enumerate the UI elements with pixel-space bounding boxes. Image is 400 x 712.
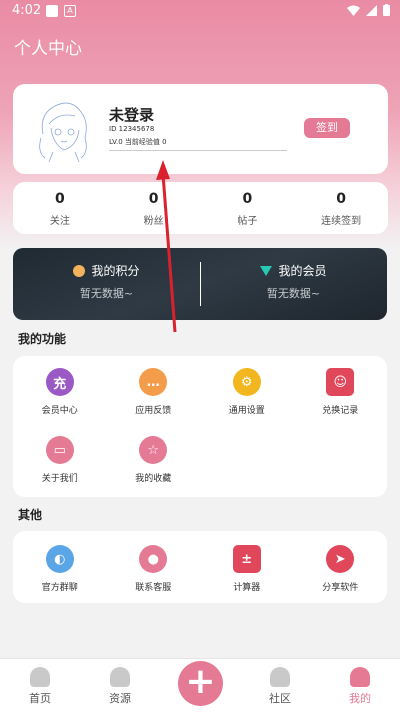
- points-subtitle: 暂无数据~: [79, 287, 134, 300]
- stat-streak[interactable]: 0 连续签到: [294, 182, 388, 234]
- diamond-icon: [260, 265, 273, 276]
- stat-value: 0: [242, 191, 253, 207]
- star-icon: ☆: [139, 436, 168, 464]
- exchange-icon: ☺: [326, 368, 355, 396]
- stat-posts[interactable]: 0 帖子: [201, 182, 295, 234]
- feature-item[interactable]: ☺ 兑换记录: [294, 368, 388, 416]
- customer-service-icon: ●: [139, 545, 168, 573]
- feature-item[interactable]: ⚙ 通用设置: [200, 368, 294, 416]
- app-notification-icon: A: [64, 5, 76, 17]
- feature-item[interactable]: … 应用反馈: [107, 368, 201, 416]
- tab-label: 资源: [109, 692, 131, 705]
- page-title: 个人中心: [14, 39, 82, 59]
- pacman-icon: [110, 667, 130, 687]
- stat-label: 帖子: [237, 216, 258, 227]
- tab-mine[interactable]: 我的: [320, 659, 400, 712]
- section-title-others: 其他: [18, 508, 43, 522]
- feature-label: 应用反馈: [135, 406, 172, 416]
- others-card: ◐ 官方群聊 ● 联系客服 ± 计算器 ➤ 分享软件: [13, 531, 387, 603]
- stat-value: 0: [148, 191, 159, 207]
- tab-label: 首页: [29, 692, 51, 705]
- calculator-icon: ±: [232, 545, 261, 573]
- chat-icon: [270, 667, 290, 687]
- stat-value: 0: [336, 191, 346, 207]
- feature-label: 会员中心: [41, 406, 78, 416]
- feature-label: 关于我们: [41, 474, 78, 484]
- tab-community[interactable]: 社区: [240, 659, 320, 712]
- stat-label: 粉丝: [143, 216, 164, 227]
- coin-icon: [73, 264, 86, 277]
- group-chat-icon: ◐: [45, 545, 74, 573]
- feature-item[interactable]: ☆ 我的收藏: [107, 436, 201, 484]
- tab-label: 我的: [349, 692, 371, 705]
- feature-label: 兑换记录: [322, 406, 359, 416]
- share-icon: ➤: [326, 545, 355, 573]
- person-icon: [350, 667, 370, 687]
- level-info: LV.0 当前经验值 0: [109, 138, 167, 146]
- feature-item[interactable]: ➤ 分享软件: [294, 545, 388, 593]
- feature-label: 官方群聊: [41, 583, 78, 593]
- feature-label: 通用设置: [228, 406, 265, 416]
- feature-item[interactable]: ◐ 官方群聊: [13, 545, 107, 593]
- my-points[interactable]: 我的积分 暂无数据~: [13, 248, 200, 320]
- section-title-functions: 我的功能: [18, 332, 67, 346]
- experience-bar: [109, 150, 287, 151]
- battery-icon: [383, 4, 390, 16]
- status-bar: 4:02 A: [0, 0, 400, 24]
- stat-value: 0: [55, 191, 65, 207]
- feature-item[interactable]: ● 联系客服: [107, 545, 201, 593]
- user-id: ID 12345678: [109, 125, 155, 133]
- tab-home[interactable]: 首页: [0, 659, 80, 712]
- plus-button[interactable]: +: [178, 661, 223, 706]
- feature-item[interactable]: 充会员中心: [13, 368, 107, 416]
- stat-label: 关注: [49, 216, 70, 227]
- feature-label: 计算器: [233, 583, 261, 593]
- notification-icon: [46, 5, 58, 17]
- wifi-icon: [347, 5, 360, 16]
- about-icon: ▭: [45, 436, 74, 464]
- avatar[interactable]: [31, 94, 97, 162]
- signal-icon: [366, 4, 377, 16]
- stat-label: 连续签到: [321, 216, 362, 227]
- feature-item[interactable]: ▭ 关于我们: [13, 436, 107, 484]
- tab-label: 社区: [269, 692, 291, 705]
- points-title: 我的积分: [91, 264, 140, 278]
- feature-item[interactable]: ± 计算器: [200, 545, 294, 593]
- profile-card[interactable]: 未登录 ID 12345678 LV.0 当前经验值 0 签到: [13, 84, 388, 174]
- signin-button[interactable]: 签到: [304, 118, 350, 138]
- functions-card: 充会员中心 … 应用反馈 ⚙ 通用设置 ☺ 兑换记录 ▭ 关于我们 ☆ 我的收藏: [13, 356, 387, 497]
- points-membership-card: 我的积分 暂无数据~ 我的会员 暂无数据~: [13, 248, 387, 320]
- feature-label: 我的收藏: [135, 474, 172, 484]
- feedback-icon: …: [139, 368, 168, 396]
- membership-title: 我的会员: [278, 264, 327, 278]
- username[interactable]: 未登录: [109, 104, 154, 125]
- recharge-icon: 充: [45, 368, 74, 396]
- ghost-icon: [30, 667, 50, 687]
- stat-following[interactable]: 0 关注: [13, 182, 107, 234]
- status-time: 4:02: [12, 3, 42, 18]
- membership-subtitle: 暂无数据~: [266, 287, 321, 300]
- tab-resources[interactable]: 资源: [80, 659, 160, 712]
- stats-card: 0 关注 0 粉丝 0 帖子 0 连续签到: [13, 182, 388, 234]
- my-membership[interactable]: 我的会员 暂无数据~: [200, 248, 387, 320]
- stat-fans[interactable]: 0 粉丝: [107, 182, 201, 234]
- feature-label: 联系客服: [135, 583, 172, 593]
- feature-label: 分享软件: [322, 583, 359, 593]
- gear-icon: ⚙: [232, 368, 261, 396]
